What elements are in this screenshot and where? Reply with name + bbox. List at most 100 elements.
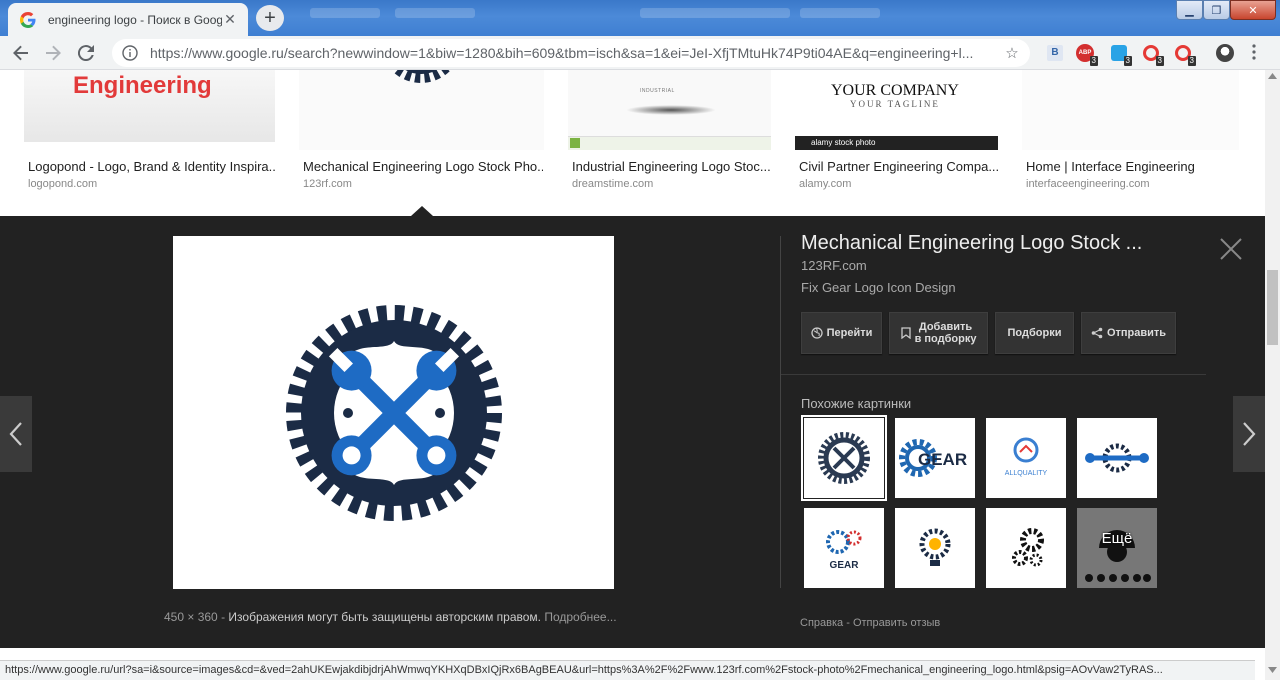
result-thumbnail[interactable]: Engineering	[24, 70, 275, 142]
chevron-left-icon	[9, 422, 22, 446]
browser-toolbar: https://www.google.ru/search?newwindow=1…	[0, 36, 1280, 70]
url-text: https://www.google.ru/search?newwindow=1…	[150, 45, 974, 61]
help-link[interactable]: Справка	[800, 617, 843, 629]
gear-thumbnail-icon	[391, 70, 451, 83]
panel-footer-links: Справка - Отправить отзыв	[800, 617, 940, 629]
tab-close-icon[interactable]: ✕	[222, 11, 238, 28]
image-results-row: Engineering Logopond - Logo, Brand & Ide…	[0, 70, 1265, 216]
gear-logo-text: GEAR	[918, 450, 967, 469]
worker-helmet-icon	[1085, 530, 1151, 582]
taskbar-blur	[800, 8, 880, 18]
result-title[interactable]: Mechanical Engineering Logo Stock Pho...	[303, 159, 543, 174]
b-icon[interactable]: B	[1046, 44, 1064, 62]
adblock-icon[interactable]: ABP 3	[1076, 44, 1098, 66]
result-thumbnail[interactable]: INDUSTRIAL	[568, 70, 771, 150]
scrollbar-thumb[interactable]	[1267, 270, 1278, 345]
window-title-bar: engineering logo - Поиск в Goog ✕ + ▁ ❐ …	[0, 0, 1280, 36]
share-button[interactable]: Отправить	[1081, 312, 1176, 354]
image-size: 450 × 360	[164, 610, 218, 624]
more-info-link[interactable]: Подробнее...	[544, 610, 616, 624]
wrench-gear-thumb-icon	[1085, 443, 1149, 473]
prev-image-button[interactable]	[0, 396, 32, 472]
info-icon[interactable]	[122, 45, 138, 61]
bookmark-star-icon[interactable]: ☆	[1004, 44, 1020, 62]
maximize-button[interactable]: ❐	[1203, 0, 1230, 20]
new-tab-button[interactable]: +	[256, 5, 284, 31]
add-to-collection-button[interactable]: Добавить в подборку	[889, 312, 988, 354]
similar-image[interactable]	[895, 508, 975, 588]
result-thumbnail[interactable]	[1022, 70, 1239, 150]
result-source: interfaceengineering.com	[1026, 178, 1150, 190]
result-source: logopond.com	[28, 178, 98, 190]
chevron-right-icon	[1243, 422, 1256, 446]
panel-title[interactable]: Mechanical Engineering Logo Stock ...	[801, 232, 1186, 255]
result-source: 123rf.com	[303, 178, 352, 190]
gear-cogs-logo-icon: GEAR	[826, 530, 862, 571]
result-title[interactable]: Home | Interface Engineering	[1026, 159, 1241, 174]
similar-image[interactable]: ALLQUALITY	[986, 418, 1066, 498]
reload-icon	[78, 45, 94, 61]
tab-title: engineering logo - Поиск в Goog	[48, 12, 222, 27]
collections-button[interactable]: Подборки	[995, 312, 1074, 354]
close-icon[interactable]	[1218, 236, 1244, 262]
taskbar-blur	[395, 8, 475, 18]
result-thumbnail[interactable]: YOUR COMPANY YOUR TAGLINE alamy stock ph…	[795, 70, 998, 150]
red-ext-icon-1[interactable]: 3	[1142, 44, 1164, 66]
next-image-button[interactable]	[1233, 396, 1265, 472]
image-detail-panel: 450 × 360 - Изображения могут быть защищ…	[0, 216, 1265, 648]
globe-icon	[810, 327, 823, 339]
scroll-down-icon[interactable]	[1268, 667, 1277, 673]
taskbar-blur	[310, 8, 380, 18]
similar-image[interactable]: GEAR	[804, 508, 884, 588]
taskbar-blur	[640, 8, 790, 18]
red-ext-icon-2[interactable]: 3	[1174, 44, 1196, 66]
meta-dash: -	[221, 610, 226, 624]
gear-text-logo-icon: GEAR	[899, 439, 967, 477]
vertical-scrollbar[interactable]	[1265, 70, 1280, 680]
panel-separator	[781, 374, 1206, 375]
panel-description: Fix Gear Logo Icon Design	[801, 280, 956, 295]
result-title[interactable]: Industrial Engineering Logo Stoc...	[572, 159, 772, 174]
back-arrow-icon	[13, 45, 28, 61]
menu-dots-icon[interactable]	[1252, 44, 1260, 62]
result-title[interactable]: Logopond - Logo, Brand & Identity Inspir…	[28, 159, 276, 174]
footer-dash: -	[846, 617, 850, 629]
image-meta: 450 × 360 - Изображения могут быть защищ…	[164, 610, 617, 624]
page-below-panel	[0, 648, 1265, 660]
reload-button[interactable]	[74, 41, 98, 65]
gear-wrench-thumb-icon	[818, 432, 870, 484]
feedback-link[interactable]: Отправить отзыв	[853, 617, 940, 629]
main-preview-image[interactable]	[173, 236, 614, 589]
back-button[interactable]	[9, 41, 33, 65]
more-similar-button[interactable]: Ещё	[1077, 508, 1157, 588]
bookmark-icon	[900, 327, 911, 339]
allquality-text: ALLQUALITY	[1005, 470, 1048, 477]
gear-wrench-logo-icon	[285, 304, 502, 521]
panel-source: 123RF.com	[801, 258, 867, 273]
similar-image[interactable]	[801, 415, 887, 501]
similar-image[interactable]	[986, 508, 1066, 588]
blue-ext-icon[interactable]: 3	[1110, 44, 1132, 66]
result-thumbnail[interactable]	[299, 70, 544, 150]
black-gears-icon	[1012, 528, 1044, 567]
visit-button[interactable]: Перейти	[801, 312, 882, 354]
lightbulb-gear-icon	[919, 528, 951, 566]
share-icon	[1091, 327, 1103, 339]
address-bar[interactable]: https://www.google.ru/search?newwindow=1…	[112, 39, 1030, 67]
forward-button[interactable]	[41, 41, 65, 65]
result-title[interactable]: Civil Partner Engineering Compa...	[799, 159, 999, 174]
browser-tab[interactable]: engineering logo - Поиск в Goog ✕	[8, 3, 248, 36]
gear-logo-text: GEAR	[830, 560, 860, 571]
panel-divider	[780, 236, 781, 588]
minimize-button[interactable]: ▁	[1176, 0, 1203, 20]
similar-image[interactable]: GEAR	[895, 418, 975, 498]
result-source: alamy.com	[799, 178, 852, 190]
status-bar-url: https://www.google.ru/url?sa=i&source=im…	[0, 660, 1255, 680]
allquality-logo-icon: ALLQUALITY	[1005, 437, 1048, 477]
close-window-button[interactable]: ✕	[1230, 0, 1276, 20]
similar-images-label: Похожие картинки	[801, 396, 912, 411]
scroll-up-icon[interactable]	[1268, 73, 1277, 79]
similar-image[interactable]	[1077, 418, 1157, 498]
forward-arrow-icon	[46, 45, 61, 61]
profile-avatar[interactable]	[1216, 44, 1234, 62]
